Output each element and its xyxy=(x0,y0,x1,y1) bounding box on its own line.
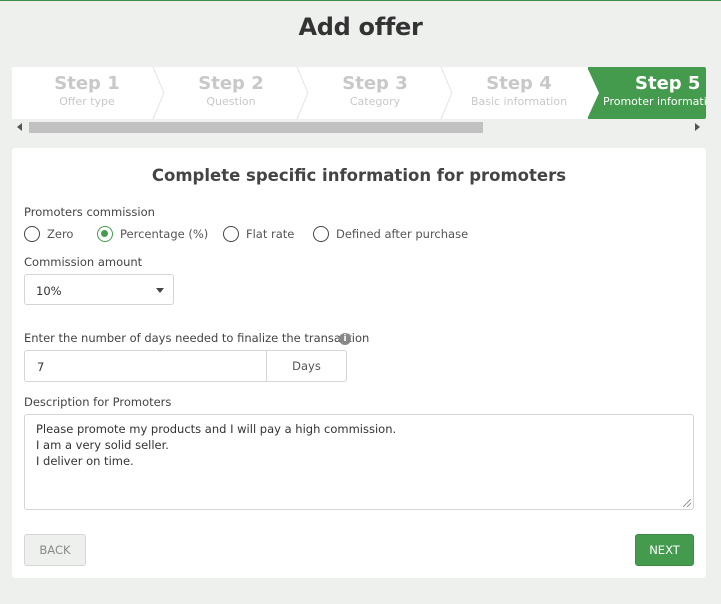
horizontal-scrollbar[interactable] xyxy=(12,120,706,134)
days-input[interactable]: 7 xyxy=(24,350,267,382)
amount-label: Commission amount xyxy=(24,255,143,269)
days-unit-addon: Days xyxy=(266,350,347,382)
radio-circle[interactable] xyxy=(24,226,40,242)
info-icon[interactable]: i xyxy=(339,333,351,345)
step-label: Promoter information xyxy=(603,95,706,108)
step-label: Category xyxy=(349,95,401,108)
description-label: Description for Promoters xyxy=(24,395,172,409)
step-number: Step 1 xyxy=(54,73,120,94)
radio-zero[interactable]: Zero xyxy=(24,224,73,244)
resize-grip-icon[interactable] xyxy=(683,499,691,507)
radio-circle[interactable] xyxy=(97,226,113,242)
radio-label: Flat rate xyxy=(246,227,295,241)
step-number: Step 4 xyxy=(486,73,552,94)
step-number: Step 5 xyxy=(635,73,701,94)
textarea-line: I am a very solid seller. xyxy=(36,438,169,452)
page-title: Add offer xyxy=(298,13,423,41)
step-label: Offer type xyxy=(59,95,115,108)
radio-defined-after-purchase[interactable]: Defined after purchase xyxy=(313,224,468,244)
radio-label: Zero xyxy=(47,227,74,241)
radio-circle[interactable] xyxy=(223,226,239,242)
radio-percentage[interactable]: Percentage (%) xyxy=(97,224,208,244)
step-1[interactable]: Step 1 Offer type xyxy=(12,67,165,119)
promoter-form-card: Complete specific information for promot… xyxy=(12,148,706,578)
days-label: Enter the number of days needed to final… xyxy=(24,331,370,345)
step-5[interactable]: Step 5 Promoter information xyxy=(588,67,706,119)
step-label: Question xyxy=(206,95,256,108)
scrollbar-thumb[interactable] xyxy=(29,122,483,133)
step-number: Step 3 xyxy=(342,73,408,94)
select-value: 10% xyxy=(36,284,62,298)
description-textarea[interactable]: Please promote my products and I will pa… xyxy=(24,414,694,510)
step-3[interactable]: Step 3 Category xyxy=(300,67,453,119)
form-title: Complete specific information for promot… xyxy=(151,166,567,185)
step-label: Basic information xyxy=(470,95,568,108)
scroll-left-icon[interactable] xyxy=(17,123,22,131)
step-4[interactable]: Step 4 Basic information xyxy=(444,67,594,119)
scroll-right-icon[interactable] xyxy=(695,123,700,131)
textarea-line: I deliver on time. xyxy=(36,454,134,468)
radio-flat-rate[interactable]: Flat rate xyxy=(223,224,294,244)
radio-circle[interactable] xyxy=(313,226,329,242)
next-button[interactable]: NEXT xyxy=(635,534,694,566)
back-button[interactable]: BACK xyxy=(24,534,86,566)
radio-label: Percentage (%) xyxy=(120,227,209,241)
chevron-down-icon xyxy=(156,288,164,293)
commission-label: Promoters commission xyxy=(24,205,155,219)
stepper: Step 1 Offer type Step 2 Question Step 3… xyxy=(12,67,706,119)
commission-amount-select[interactable]: 10% xyxy=(24,274,174,305)
textarea-line: Please promote my products and I will pa… xyxy=(36,422,397,436)
step-2[interactable]: Step 2 Question xyxy=(156,67,309,119)
radio-label: Defined after purchase xyxy=(336,227,469,241)
step-number: Step 2 xyxy=(198,73,264,94)
